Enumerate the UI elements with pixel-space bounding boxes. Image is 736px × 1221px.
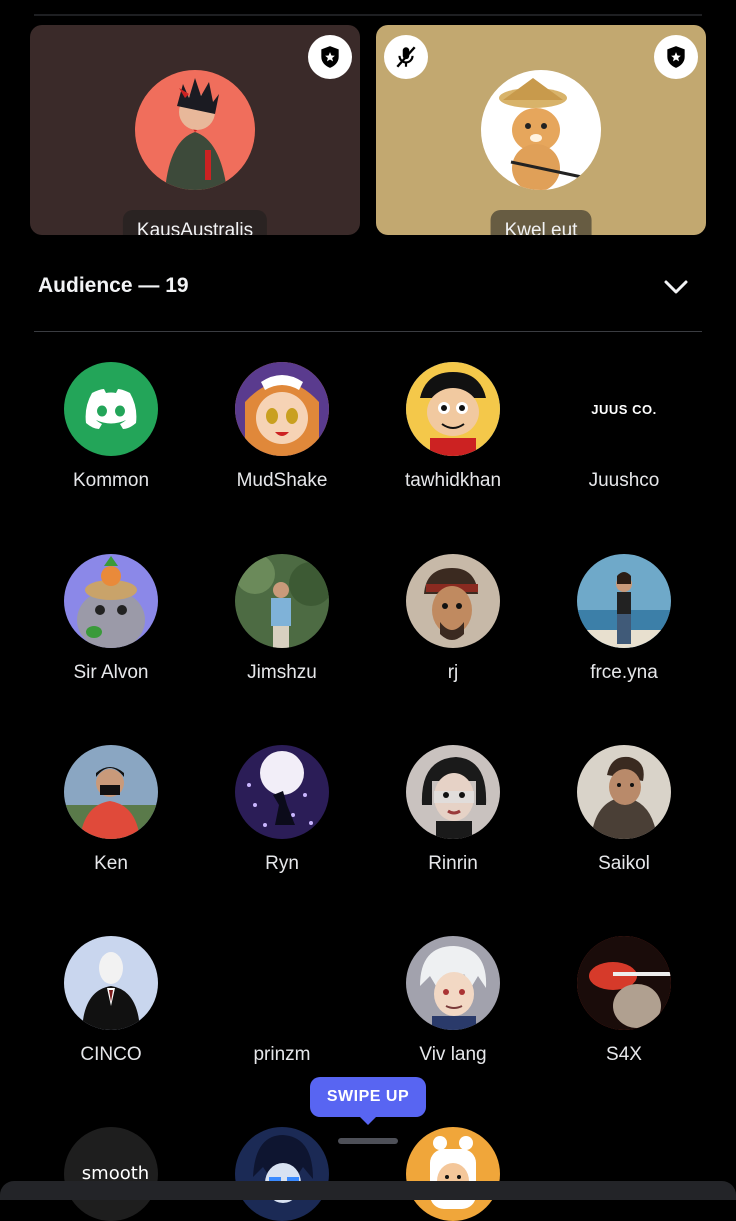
speaker-name: Kwel eut: [490, 210, 592, 235]
member-name: Rinrin: [428, 853, 478, 874]
member-name: prinzm: [253, 1044, 311, 1065]
member-name: MudShake: [236, 470, 328, 491]
avatar: JUUS CO.: [577, 362, 671, 456]
member-name: Juushco: [588, 470, 660, 491]
avatar: [64, 745, 158, 839]
audience-member[interactable]: Saikol: [538, 745, 710, 875]
avatar: [235, 745, 329, 839]
audience-member[interactable]: _smooth: [25, 1127, 197, 1221]
avatar: [135, 70, 255, 190]
avatar: [406, 362, 500, 456]
speaker-name: KausAustralis: [122, 210, 268, 235]
speaker-card-kausaustralis[interactable]: KausAustralis: [30, 25, 360, 235]
audience-member[interactable]: Ken: [25, 745, 197, 875]
moderator-badge-icon: [654, 35, 698, 79]
member-name: Viv lang: [419, 1044, 487, 1065]
avatar: [235, 936, 329, 1030]
avatar: [577, 936, 671, 1030]
muted-microphone-icon: [384, 35, 428, 79]
avatar: [64, 554, 158, 648]
avatar: [577, 554, 671, 648]
member-name: tawhidkhan: [404, 470, 502, 491]
member-name: frce.yna: [590, 662, 658, 683]
moderator-badge-icon: [308, 35, 352, 79]
audience-header: Audience — 19: [38, 274, 189, 297]
avatar: [406, 936, 500, 1030]
avatar: [577, 745, 671, 839]
member-name: CINCO: [80, 1044, 142, 1065]
audience-member[interactable]: CINCO: [25, 936, 197, 1066]
member-name: rj: [447, 662, 459, 683]
avatar: [235, 1127, 329, 1221]
avatar: [235, 554, 329, 648]
member-name: Jimshzu: [247, 662, 317, 683]
avatar: [406, 554, 500, 648]
audience-member[interactable]: Sir Alvon: [25, 554, 197, 684]
avatar: _smooth: [64, 1127, 158, 1221]
audience-member[interactable]: S4X: [538, 936, 710, 1066]
audience-member[interactable]: MudShake: [196, 362, 368, 492]
avatar: [64, 936, 158, 1030]
member-name: Ryn: [265, 853, 299, 874]
avatar: [64, 362, 158, 456]
audience-member[interactable]: tawhidkhan: [367, 362, 539, 492]
avatar: [481, 70, 601, 190]
member-name: Kommon: [72, 470, 150, 491]
audience-member[interactable]: Rinrin: [367, 745, 539, 875]
audience-member[interactable]: prinzm: [196, 936, 368, 1066]
audience-member[interactable]: frce.yna: [538, 554, 710, 684]
audience-member[interactable]: Kommon: [25, 362, 197, 492]
audience-divider: [34, 331, 702, 332]
member-name: Ken: [94, 853, 128, 874]
avatar: [406, 745, 500, 839]
avatar-text: JUUS CO.: [591, 402, 657, 417]
member-name: Saikol: [598, 853, 650, 874]
avatar: [235, 362, 329, 456]
chevron-down-icon[interactable]: [662, 276, 690, 298]
audience-member[interactable]: Jimshzu: [196, 554, 368, 684]
audience-member[interactable]: Ryn: [196, 745, 368, 875]
audience-member[interactable]: JUUS CO. Juushco: [538, 362, 710, 492]
member-name: Sir Alvon: [73, 662, 149, 683]
audience-member[interactable]: Viv lang: [367, 936, 539, 1066]
speaker-card-kwel-eut[interactable]: Kwel eut: [376, 25, 706, 235]
top-divider: [34, 14, 702, 16]
member-name: S4X: [606, 1044, 642, 1065]
audience-member[interactable]: rj: [367, 554, 539, 684]
avatar: [406, 1127, 500, 1221]
drag-handle[interactable]: [338, 1138, 398, 1144]
discord-logo-icon: [85, 389, 137, 429]
swipe-up-hint: SWIPE UP: [310, 1077, 426, 1125]
bottom-sheet[interactable]: [0, 1181, 736, 1200]
